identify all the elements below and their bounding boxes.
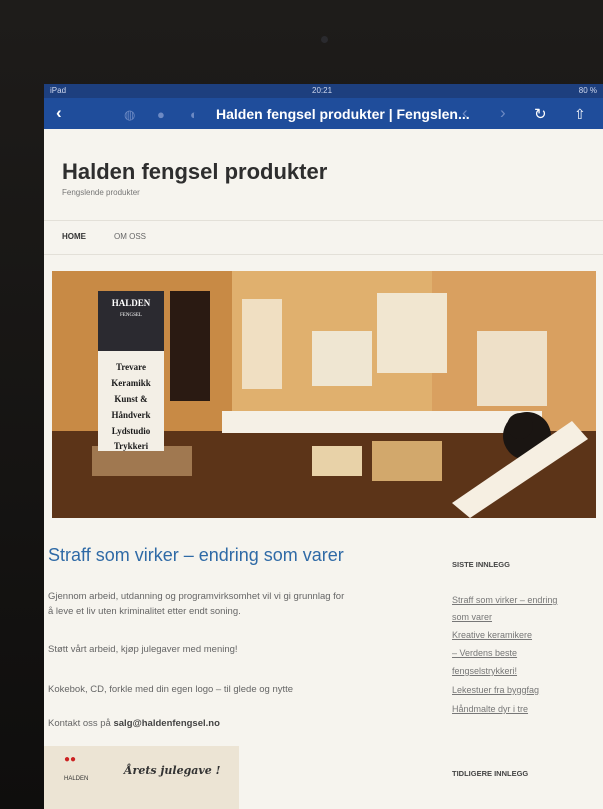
product-card-image[interactable]: ●● Årets julegave ! HALDEN xyxy=(44,746,239,809)
recent-posts-heading: SISTE INNLEGG xyxy=(452,560,510,569)
chevron-left-icon[interactable]: ‹ xyxy=(56,103,62,123)
recent-post-link[interactable]: fengselstrykkeri! xyxy=(452,665,517,678)
older-posts-heading: TIDLIGERE INNLEGG xyxy=(452,769,529,778)
contact-text: Kontakt oss på xyxy=(48,718,114,729)
chat-icon[interactable]: ● xyxy=(157,105,165,125)
post-paragraph: Kokebok, CD, forkle med din egen logo – … xyxy=(48,684,294,695)
camera-dot xyxy=(321,36,328,43)
browser-screen: iPad 20:21 80 % ‹ ◍ ● ◐ Halden fengsel p… xyxy=(44,84,603,809)
battery-level: 80 % xyxy=(578,86,597,95)
recent-post-link[interactable]: – Verdens beste xyxy=(452,647,517,660)
post-paragraph: Støtt vårt arbeid, kjøp julegaver med me… xyxy=(48,644,238,655)
apple-icon: ●● xyxy=(64,754,77,765)
post-paragraph-line: Gjennom arbeid, utdanning og programvirk… xyxy=(48,591,345,602)
bookmarks-icon[interactable]: ◍ xyxy=(124,105,135,125)
recent-post-link[interactable]: Lekestuer fra byggfag xyxy=(452,684,539,697)
card-title: Årets julegave ! xyxy=(124,764,221,777)
sign-item: Lydstudio xyxy=(112,426,151,436)
card-brand: HALDEN xyxy=(64,776,89,782)
sign-item: Trevare xyxy=(116,362,146,372)
clock: 20:21 xyxy=(312,86,333,95)
hero-image: HALDEN FENGSEL Trevare Keramikk Kunst & … xyxy=(52,271,596,518)
chevron-left-icon[interactable]: ‹ xyxy=(462,103,468,123)
sign-line: FENGSEL xyxy=(120,313,142,318)
reload-icon[interactable]: ↻ xyxy=(534,105,547,125)
device-label: iPad xyxy=(50,86,67,95)
sign-item: Trykkeri xyxy=(114,441,149,451)
sign-item: Keramikk xyxy=(111,378,151,388)
recent-post-link[interactable]: som varer xyxy=(452,611,492,624)
divider xyxy=(44,220,603,221)
globe-icon[interactable]: ◐ xyxy=(190,105,198,125)
tab-title: Halden fengsel produkter | Fengslen... xyxy=(216,106,470,122)
recent-post-link[interactable]: Straff som virker – endring xyxy=(452,594,557,607)
email-address[interactable]: salg@haldenfengsel.no xyxy=(113,718,219,729)
recent-post-link[interactable]: Kreative keramikere xyxy=(452,629,532,642)
recent-post-link[interactable]: Håndmalte dyr i tre xyxy=(452,703,528,716)
sign-item: Kunst & xyxy=(114,394,148,404)
menu-item-home[interactable]: HOME xyxy=(62,232,86,241)
status-bar: iPad 20:21 80 % xyxy=(44,84,603,98)
site-tagline: Fengslende produkter xyxy=(62,188,140,197)
divider xyxy=(44,254,603,255)
sign-line: HALDEN xyxy=(112,298,151,308)
site-title[interactable]: Halden fengsel produkter xyxy=(62,159,327,185)
post-title[interactable]: Straff som virker – endring som varer xyxy=(48,545,344,566)
sign-item: Håndverk xyxy=(111,410,150,420)
post-paragraph-line: å leve et liv uten kriminalitet etter en… xyxy=(48,606,241,617)
chevron-right-icon[interactable]: › xyxy=(500,103,506,123)
contact-line: Kontakt oss på salg@haldenfengsel.no xyxy=(48,716,220,731)
browser-toolbar: ‹ ◍ ● ◐ Halden fengsel produkter | Fengs… xyxy=(44,98,603,129)
share-icon[interactable]: ⇧ xyxy=(574,104,586,124)
menu-item-om-oss[interactable]: OM OSS xyxy=(114,232,146,241)
